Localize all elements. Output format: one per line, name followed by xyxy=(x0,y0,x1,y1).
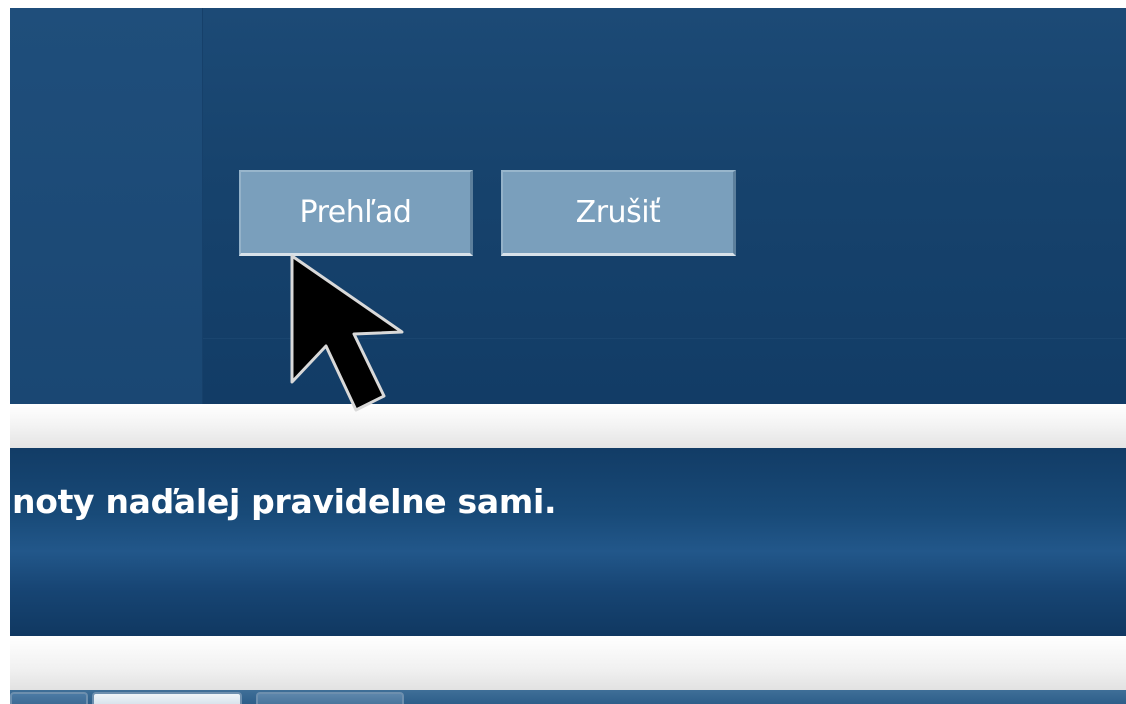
info-banner: noty naďalej pravidelne sami. xyxy=(10,448,1126,636)
cancel-button[interactable]: Zrušiť xyxy=(501,170,736,256)
screen-frame: Prehľad Zrušiť noty naďalej pravidelne s… xyxy=(10,8,1126,704)
taskbar-item[interactable] xyxy=(10,692,88,704)
taskbar-item[interactable] xyxy=(256,692,404,704)
overview-button[interactable]: Prehľad xyxy=(239,170,473,256)
dialog-left-pane xyxy=(10,8,203,404)
separator-band xyxy=(10,404,1126,449)
arrow-cursor-icon xyxy=(290,254,404,412)
taskbar-item[interactable] xyxy=(92,692,242,704)
dialog-window: Prehľad Zrušiť xyxy=(10,8,1126,404)
banner-text: noty naďalej pravidelne sami. xyxy=(12,482,557,521)
separator-band-lower xyxy=(10,636,1126,690)
taskbar xyxy=(10,690,1126,704)
